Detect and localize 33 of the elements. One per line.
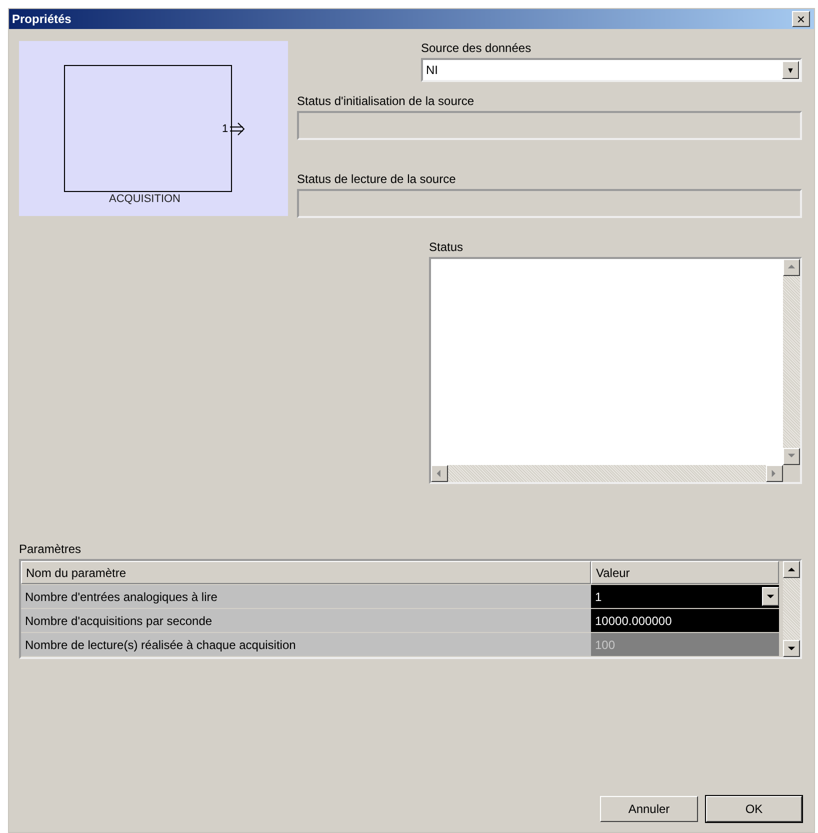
down-arrow-icon xyxy=(766,592,775,601)
close-button[interactable]: × xyxy=(792,11,810,27)
ok-button[interactable]: OK xyxy=(706,796,802,822)
dropdown-value: NI xyxy=(426,63,438,77)
block-label: ACQUISITION xyxy=(109,193,181,205)
column-header: Nom du paramètre xyxy=(21,561,591,584)
scroll-down-button[interactable] xyxy=(783,640,800,657)
scroll-up-button[interactable] xyxy=(783,259,800,276)
dropdown-button[interactable] xyxy=(762,587,779,606)
field-label: Source des données xyxy=(421,41,532,55)
parameter-value[interactable]: 1 xyxy=(591,585,779,608)
dropdown-button[interactable]: ▼ xyxy=(782,61,799,79)
port-label: 1 xyxy=(222,123,228,135)
parameter-value[interactable]: 10000.000000 xyxy=(591,609,779,632)
field-label: Status xyxy=(429,240,464,254)
parameter-name: Nombre de lecture(s) réalisée à chaque acquisition xyxy=(21,633,591,656)
field-label: Status de lecture de la source xyxy=(297,172,457,186)
cancel-button[interactable]: Annuler xyxy=(600,796,698,822)
scroll-left-button[interactable] xyxy=(431,465,448,482)
scrollbar-corner xyxy=(783,465,800,482)
window-title: Propriétés xyxy=(12,12,72,26)
section-label: Paramètres xyxy=(19,542,82,556)
scroll-right-button[interactable] xyxy=(766,465,783,482)
parameter-name: Nombre d'entrées analogiques à lire xyxy=(21,585,591,608)
column-header: Valeur xyxy=(591,561,779,584)
source-dropdown[interactable]: NI ▼ xyxy=(421,58,802,82)
output-arrow-icon xyxy=(230,121,246,137)
up-arrow-icon xyxy=(787,565,796,574)
parameter-name: Nombre d'acquisitions par seconde xyxy=(21,609,591,632)
down-arrow-icon xyxy=(787,644,796,653)
scroll-down-button[interactable] xyxy=(783,448,800,465)
scroll-up-button[interactable] xyxy=(783,561,800,578)
field-label: Status d'initialisation de la source xyxy=(297,94,476,108)
